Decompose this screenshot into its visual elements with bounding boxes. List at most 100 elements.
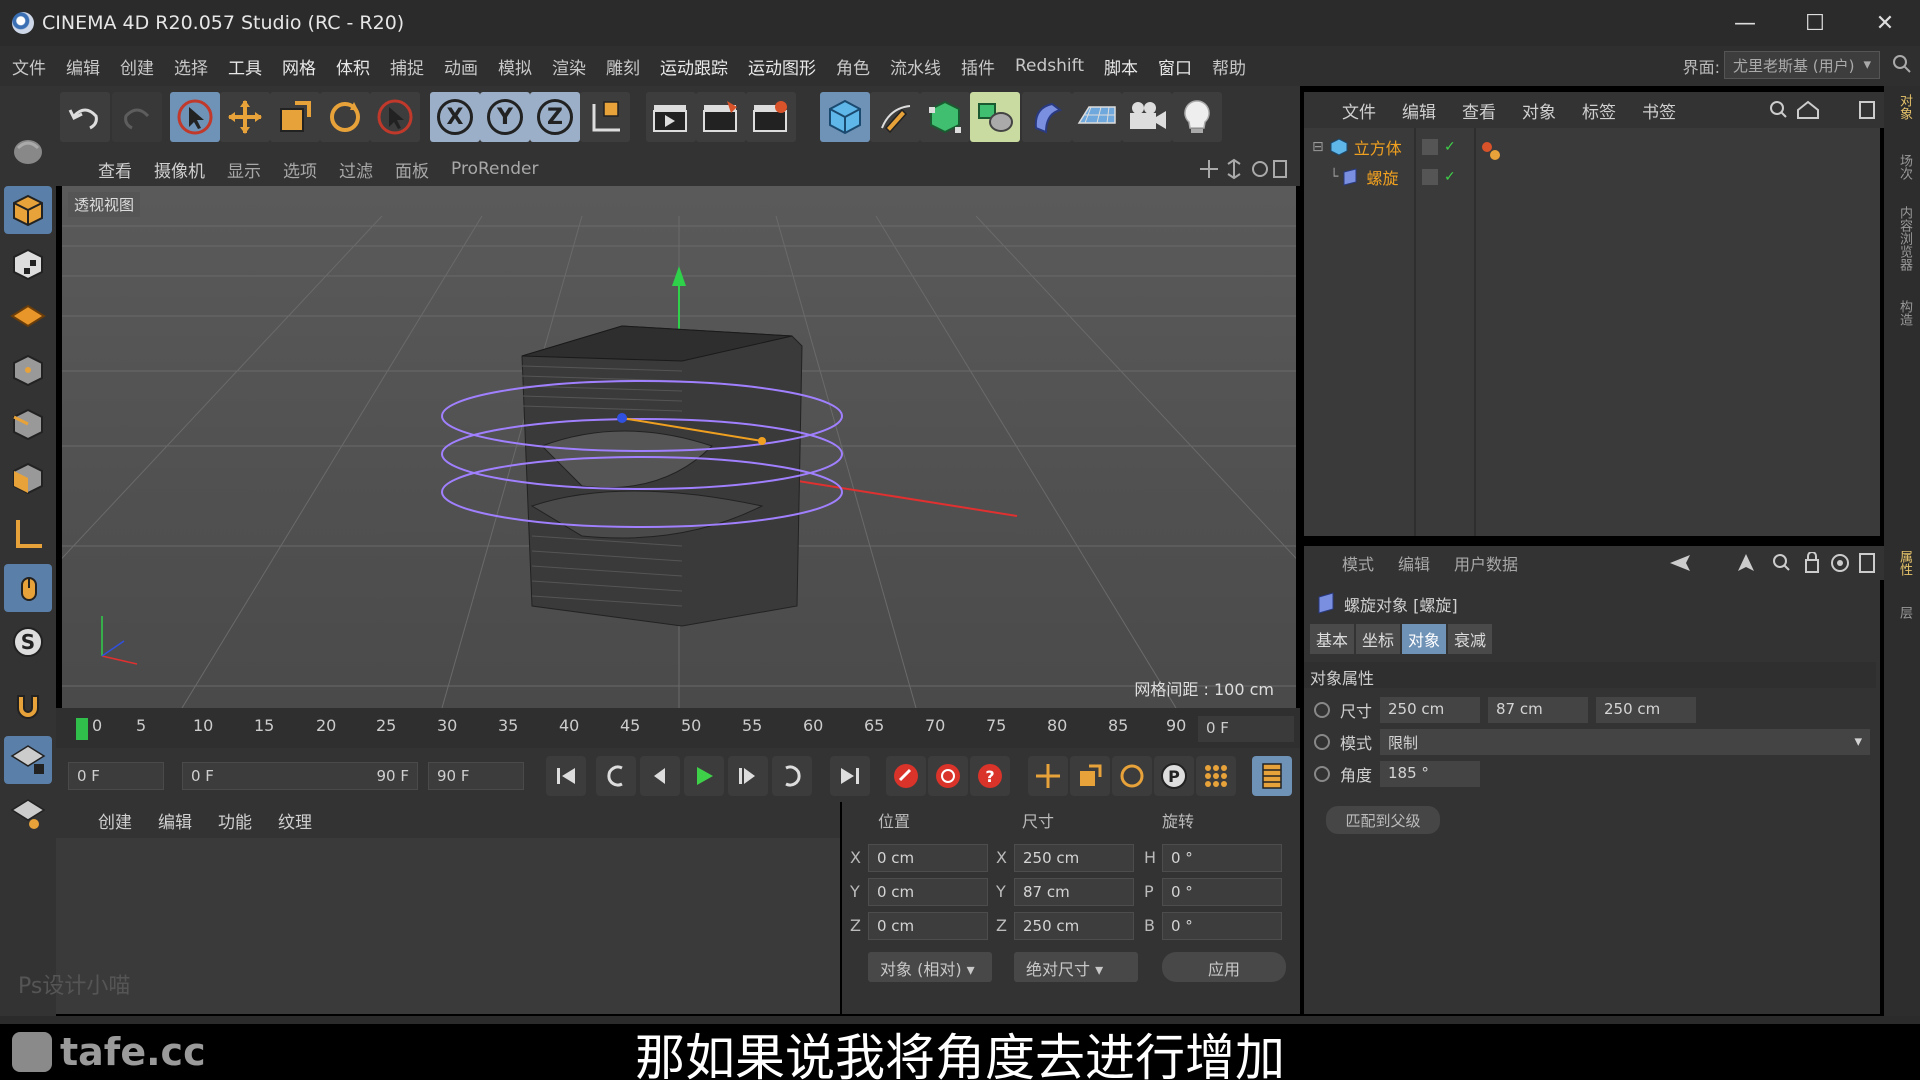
- am-menu-mode[interactable]: 模式: [1342, 551, 1374, 575]
- polygons-mode-icon[interactable]: [4, 454, 52, 502]
- am-toolbar-icons[interactable]: [1668, 552, 1878, 574]
- menu-animate[interactable]: 动画: [434, 54, 488, 79]
- material-menu-function[interactable]: 功能: [218, 808, 252, 833]
- menu-simulate[interactable]: 模拟: [488, 54, 542, 79]
- viewport-menu-view[interactable]: 查看: [98, 157, 132, 182]
- render-settings-icon[interactable]: [746, 92, 796, 142]
- floor-object-icon[interactable]: [1072, 92, 1122, 142]
- angle-animate-radio[interactable]: [1314, 766, 1330, 782]
- maximize-button[interactable]: ☐: [1780, 0, 1850, 46]
- menu-volume[interactable]: 体积: [326, 54, 380, 79]
- rotation-b-field[interactable]: 0 °: [1162, 912, 1282, 940]
- menu-mesh[interactable]: 网格: [272, 54, 326, 79]
- layer-icon[interactable]: [1422, 139, 1438, 155]
- y-axis-lock-button[interactable]: Y: [480, 92, 530, 142]
- next-key-icon[interactable]: [772, 756, 812, 796]
- menu-render[interactable]: 渲染: [542, 54, 596, 79]
- undo-icon[interactable]: [60, 92, 110, 142]
- object-row-helix[interactable]: └ 螺旋 ✓: [1304, 162, 1880, 192]
- helix-handle-origin[interactable]: [617, 413, 627, 423]
- menu-select[interactable]: 选择: [164, 54, 218, 79]
- mode-animate-radio[interactable]: [1314, 734, 1330, 750]
- menu-redshift[interactable]: Redshift: [1005, 56, 1094, 76]
- cube-mesh[interactable]: [521, 325, 803, 627]
- side-tab-content-browser[interactable]: 内容浏览器: [1890, 206, 1914, 271]
- key-point-level-icon[interactable]: [1196, 756, 1236, 796]
- visibility-check-icon[interactable]: ✓: [1444, 169, 1456, 185]
- go-to-end-icon[interactable]: [830, 756, 870, 796]
- workplane-snap-icon[interactable]: [4, 790, 52, 838]
- search-icon[interactable]: [1892, 54, 1912, 74]
- coordinate-mode-dropdown[interactable]: 对象 (相对) ▾: [868, 952, 992, 982]
- subdivision-surface-icon[interactable]: [920, 92, 970, 142]
- menu-snap[interactable]: 捕捉: [380, 54, 434, 79]
- am-menu-edit[interactable]: 编辑: [1398, 551, 1430, 575]
- x-axis-lock-button[interactable]: X: [430, 92, 480, 142]
- visibility-check-icon[interactable]: ✓: [1444, 139, 1456, 155]
- keyframe-selection-icon[interactable]: ?: [970, 756, 1010, 796]
- camera-object-icon[interactable]: [1122, 92, 1172, 142]
- record-active-icon[interactable]: [886, 756, 926, 796]
- scale-tool-icon[interactable]: [270, 92, 320, 142]
- snap-magnet-icon[interactable]: [4, 682, 52, 730]
- om-toolbar-icons[interactable]: [1768, 100, 1878, 120]
- enable-axis-icon[interactable]: [4, 510, 52, 558]
- object-row-cube[interactable]: ⊟ 立方体 ✓: [1304, 132, 1880, 162]
- recent-tool-icon[interactable]: [370, 92, 420, 142]
- object-name[interactable]: 螺旋: [1366, 165, 1398, 189]
- menu-mograph[interactable]: 运动图形: [738, 54, 826, 79]
- play-forward-icon[interactable]: [684, 756, 724, 796]
- tree-collapse-icon[interactable]: ⊟: [1312, 139, 1324, 155]
- om-menu-file[interactable]: 文件: [1342, 98, 1376, 123]
- position-z-field[interactable]: 0 cm: [868, 912, 988, 940]
- menu-help[interactable]: 帮助: [1202, 54, 1256, 79]
- apply-button[interactable]: 应用: [1162, 952, 1286, 982]
- menu-tools[interactable]: 工具: [218, 54, 272, 79]
- previous-frame-icon[interactable]: [640, 756, 680, 796]
- end-frame-field[interactable]: 90 F: [428, 762, 524, 790]
- layout-select[interactable]: 尤里老斯基 (用户) ▾: [1724, 51, 1880, 79]
- tab-basic[interactable]: 基本: [1310, 624, 1355, 654]
- size-y-field[interactable]: 87 cm: [1014, 878, 1134, 906]
- solo-mode-icon[interactable]: S: [4, 618, 52, 666]
- tab-coordinates[interactable]: 坐标: [1356, 624, 1401, 654]
- start-frame-field[interactable]: 0 F: [68, 762, 164, 790]
- position-x-field[interactable]: 0 cm: [868, 844, 988, 872]
- deformer-bend-icon[interactable]: [1022, 92, 1072, 142]
- rotation-p-field[interactable]: 0 °: [1162, 878, 1282, 906]
- points-mode-icon[interactable]: [4, 346, 52, 394]
- live-selection-icon[interactable]: [170, 92, 220, 142]
- close-button[interactable]: ✕: [1850, 0, 1920, 46]
- side-tab-structure[interactable]: 构造: [1890, 300, 1914, 326]
- material-menu-edit[interactable]: 编辑: [158, 808, 192, 833]
- side-tab-takes[interactable]: 场次: [1890, 154, 1914, 180]
- tweak-mode-icon[interactable]: [4, 564, 52, 612]
- menu-create[interactable]: 创建: [110, 54, 164, 79]
- rotate-tool-icon[interactable]: [320, 92, 370, 142]
- menu-pipeline[interactable]: 流水线: [880, 54, 951, 79]
- viewport-menu-display[interactable]: 显示: [227, 157, 261, 182]
- helix-size-z-field[interactable]: 250 cm: [1596, 697, 1696, 723]
- om-menu-objects[interactable]: 对象: [1522, 98, 1556, 123]
- key-position-icon[interactable]: [1028, 756, 1068, 796]
- om-menu-tags[interactable]: 标签: [1582, 98, 1616, 123]
- playhead[interactable]: [76, 718, 88, 740]
- menu-file[interactable]: 文件: [2, 54, 56, 79]
- cloner-icon[interactable]: [970, 92, 1020, 142]
- object-name[interactable]: 立方体: [1354, 135, 1402, 159]
- autokey-icon[interactable]: [928, 756, 968, 796]
- am-menu-userdata[interactable]: 用户数据: [1454, 551, 1518, 575]
- size-animate-radio[interactable]: [1314, 702, 1330, 718]
- helix-handle-point[interactable]: [758, 437, 766, 445]
- next-frame-icon[interactable]: [728, 756, 768, 796]
- workplane-lock-icon[interactable]: [4, 736, 52, 784]
- tab-falloff[interactable]: 衰减: [1448, 624, 1493, 654]
- menu-window[interactable]: 窗口: [1148, 54, 1202, 79]
- menu-script[interactable]: 脚本: [1094, 54, 1148, 79]
- render-picture-viewer-icon[interactable]: [696, 92, 746, 142]
- previous-key-icon[interactable]: [596, 756, 636, 796]
- redo-icon[interactable]: [112, 92, 162, 142]
- pen-spline-icon[interactable]: [870, 92, 920, 142]
- om-menu-view[interactable]: 查看: [1462, 98, 1496, 123]
- material-menu-texture[interactable]: 纹理: [278, 808, 312, 833]
